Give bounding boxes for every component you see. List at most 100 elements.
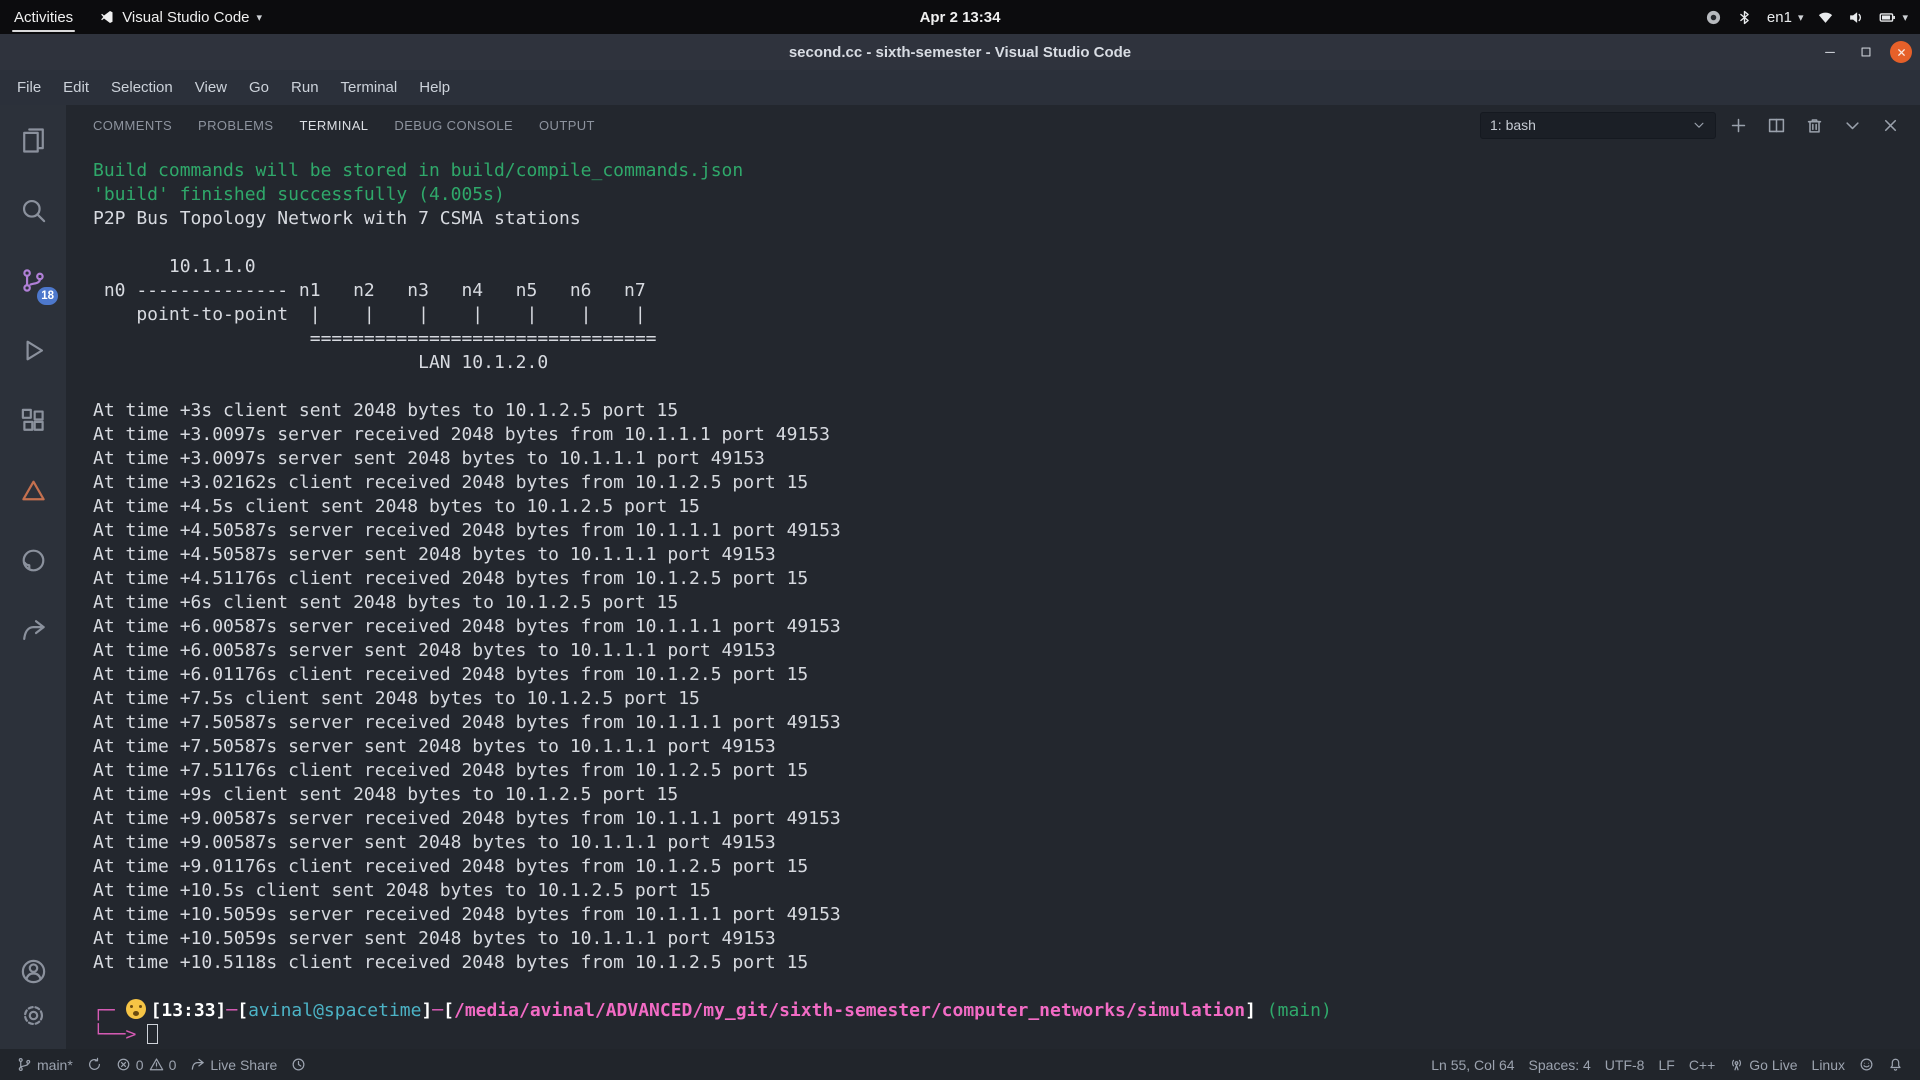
- github-icon[interactable]: [0, 525, 66, 595]
- window-title-bar: second.cc - sixth-semester - Visual Stud…: [0, 34, 1920, 70]
- terminal-line: At time +10.5059s server sent 2048 bytes…: [93, 927, 1910, 951]
- terminal-line: At time +6.00587s server received 2048 b…: [93, 615, 1910, 639]
- terminal-line: [93, 375, 1910, 399]
- source-control-icon[interactable]: 18: [0, 245, 66, 315]
- terminal-output[interactable]: Build commands will be stored in build/c…: [66, 145, 1920, 1049]
- bell-icon: [1888, 1057, 1903, 1072]
- volume-icon[interactable]: [1848, 9, 1865, 26]
- kill-terminal-button[interactable]: [1798, 109, 1830, 141]
- terminal-line: At time +10.5059s server received 2048 b…: [93, 903, 1910, 927]
- vscode-icon: [99, 9, 115, 25]
- window-title: second.cc - sixth-semester - Visual Stud…: [789, 44, 1131, 61]
- status-bar: main* 0 0 Live Share Ln 55, Col 64 Space…: [0, 1049, 1920, 1080]
- menu-item-view[interactable]: View: [184, 74, 238, 101]
- warning-count: 0: [169, 1057, 177, 1073]
- run-debug-icon[interactable]: [0, 315, 66, 385]
- language-mode[interactable]: C++: [1682, 1057, 1722, 1073]
- terminal-line: 'build' finished successfully (4.005s): [93, 183, 1910, 207]
- indentation-indicator[interactable]: Spaces: 4: [1522, 1057, 1598, 1073]
- terminal-shell-value: 1: bash: [1490, 117, 1536, 133]
- live-share-icon[interactable]: [0, 595, 66, 665]
- branch-icon: [17, 1057, 32, 1072]
- problems-indicator[interactable]: 0 0: [109, 1049, 184, 1080]
- menu-item-run[interactable]: Run: [280, 74, 330, 101]
- panel-tab-problems[interactable]: PROBLEMS: [198, 114, 273, 137]
- live-share-status[interactable]: Live Share: [183, 1049, 284, 1080]
- terminal-line: At time +3.0097s server received 2048 by…: [93, 423, 1910, 447]
- chevron-down-icon: [1692, 118, 1706, 132]
- notifications-button[interactable]: [1881, 1057, 1910, 1072]
- new-terminal-button[interactable]: [1722, 109, 1754, 141]
- terminal-line: At time +6s client sent 2048 bytes to 10…: [93, 591, 1910, 615]
- menu-item-selection[interactable]: Selection: [100, 74, 184, 101]
- timeline-button[interactable]: [284, 1049, 313, 1080]
- feedback-button[interactable]: [1852, 1057, 1881, 1072]
- app-menu-button[interactable]: Visual Studio Code ▾: [87, 0, 274, 34]
- go-live-button[interactable]: Go Live: [1722, 1057, 1804, 1073]
- minimize-button[interactable]: [1818, 40, 1842, 64]
- panel-tab-terminal[interactable]: TERMINAL: [299, 114, 368, 137]
- share-icon: [190, 1057, 205, 1072]
- battery-indicator[interactable]: ▾: [1879, 9, 1908, 26]
- menu-item-terminal[interactable]: Terminal: [330, 74, 409, 101]
- terminal-line: At time +9.00587s server received 2048 b…: [93, 807, 1910, 831]
- terminal-line: At time +7.50587s server sent 2048 bytes…: [93, 735, 1910, 759]
- terminal-line: At time +9s client sent 2048 bytes to 10…: [93, 783, 1910, 807]
- activity-bar: 18: [0, 105, 66, 1049]
- input-source-indicator[interactable]: en1 ▾: [1767, 9, 1804, 26]
- menu-item-edit[interactable]: Edit: [52, 74, 100, 101]
- live-share-label: Live Share: [210, 1057, 277, 1073]
- input-source-label: en1: [1767, 9, 1792, 26]
- close-button[interactable]: [1890, 41, 1912, 63]
- cmake-triangle-icon[interactable]: [0, 455, 66, 525]
- network-icon[interactable]: [1817, 9, 1834, 26]
- panel-tab-debug-console[interactable]: DEBUG CONSOLE: [394, 114, 513, 137]
- branch-label: main*: [37, 1057, 73, 1073]
- system-top-bar: Activities Visual Studio Code ▾ Apr 2 13…: [0, 0, 1920, 34]
- terminal-line: At time +7.50587s server received 2048 b…: [93, 711, 1910, 735]
- sync-button[interactable]: [80, 1049, 109, 1080]
- account-icon[interactable]: [0, 949, 66, 993]
- explorer-icon[interactable]: [0, 105, 66, 175]
- terminal-line: At time +4.5s client sent 2048 bytes to …: [93, 495, 1910, 519]
- terminal-shell-select[interactable]: 1: bash: [1480, 112, 1716, 139]
- terminal-line: └──>: [93, 1023, 1910, 1047]
- terminal-line: At time +4.50587s server received 2048 b…: [93, 519, 1910, 543]
- clock[interactable]: Apr 2 13:34: [920, 0, 1001, 34]
- settings-gear-icon[interactable]: [0, 993, 66, 1037]
- branch-indicator[interactable]: main*: [10, 1049, 80, 1080]
- terminal-line: At time +9.01176s client received 2048 b…: [93, 855, 1910, 879]
- cursor-position[interactable]: Ln 55, Col 64: [1424, 1057, 1521, 1073]
- feedback-smiley-icon: [1859, 1057, 1874, 1072]
- menu-item-file[interactable]: File: [6, 74, 52, 101]
- terminal-cursor: [147, 1024, 158, 1044]
- menu-item-help[interactable]: Help: [408, 74, 461, 101]
- go-live-label: Go Live: [1749, 1057, 1797, 1073]
- terminal-line: At time +10.5118s client received 2048 b…: [93, 951, 1910, 975]
- terminal-line: Build commands will be stored in build/c…: [93, 159, 1910, 183]
- activities-button[interactable]: Activities: [0, 0, 87, 34]
- search-icon[interactable]: [0, 175, 66, 245]
- panel-header: COMMENTS PROBLEMS TERMINAL DEBUG CONSOLE…: [66, 105, 1920, 145]
- terminal-line: [93, 231, 1910, 255]
- terminal-line: At time +4.51176s client received 2048 b…: [93, 567, 1910, 591]
- terminal-line: At time +4.50587s server sent 2048 bytes…: [93, 543, 1910, 567]
- encoding-indicator[interactable]: UTF-8: [1598, 1057, 1652, 1073]
- restore-button[interactable]: [1854, 40, 1878, 64]
- eol-indicator[interactable]: LF: [1651, 1057, 1681, 1073]
- panel-chevron-button[interactable]: [1836, 109, 1868, 141]
- close-panel-button[interactable]: [1874, 109, 1906, 141]
- terminal-line: At time +7.5s client sent 2048 bytes to …: [93, 687, 1910, 711]
- split-terminal-button[interactable]: [1760, 109, 1792, 141]
- terminal-line: point-to-point | | | | | | |: [93, 303, 1910, 327]
- panel-tab-output[interactable]: OUTPUT: [539, 114, 595, 137]
- terminal-line: At time +9.00587s server sent 2048 bytes…: [93, 831, 1910, 855]
- extensions-icon[interactable]: [0, 385, 66, 455]
- record-indicator-icon[interactable]: [1705, 9, 1722, 26]
- panel-tab-comments[interactable]: COMMENTS: [93, 114, 172, 137]
- menu-item-go[interactable]: Go: [238, 74, 280, 101]
- os-indicator[interactable]: Linux: [1805, 1057, 1852, 1073]
- terminal-line: At time +7.51176s client received 2048 b…: [93, 759, 1910, 783]
- bluetooth-icon[interactable]: [1736, 9, 1753, 26]
- terminal-line: ┌─ [13:33]─[avinal@spacetime]─[/media/av…: [93, 999, 1910, 1023]
